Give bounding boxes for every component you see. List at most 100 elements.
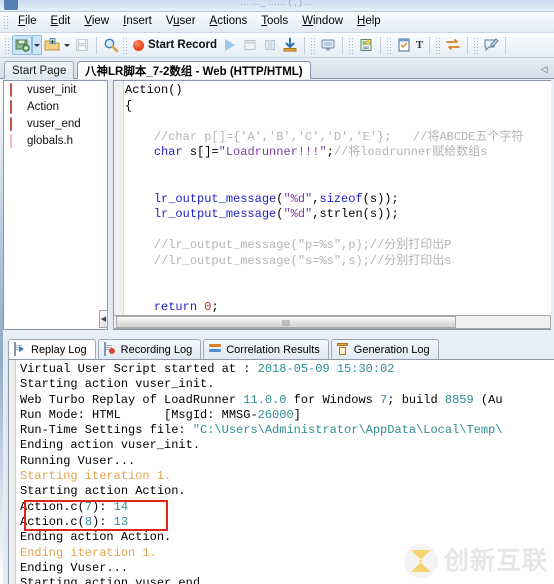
log-line: Ending action Action. xyxy=(20,530,172,545)
menu-item-help[interactable]: Help xyxy=(350,13,388,31)
open-script-dropdown[interactable] xyxy=(62,35,72,55)
tab-generation-log[interactable]: Generation Log xyxy=(330,339,439,359)
correlation-icon[interactable] xyxy=(443,35,463,55)
pause-icon[interactable] xyxy=(260,35,280,55)
code-text: Action(){ //char p[]={'A','B','C','D','E… xyxy=(125,83,524,329)
record-dot-icon xyxy=(133,39,144,51)
log-line: Starting action Action. xyxy=(20,484,186,499)
tree-item-vuser-end[interactable]: vuser_end xyxy=(4,115,107,132)
menu-grip-icon[interactable] xyxy=(2,14,9,30)
toolbar-grip-7-icon[interactable] xyxy=(473,36,480,54)
open-script-icon[interactable] xyxy=(42,35,62,55)
tab-recording-log[interactable]: Recording Log xyxy=(97,339,202,359)
menu-item-tools[interactable]: Tools xyxy=(254,13,295,31)
toolbar-grip-6-icon[interactable] xyxy=(435,36,442,54)
menu-item-edit[interactable]: Edit xyxy=(44,13,78,31)
start-record-button[interactable]: Start Record xyxy=(130,39,220,51)
log-tab-label: Correlation Results xyxy=(226,343,320,356)
menu-item-window[interactable]: Window xyxy=(295,13,350,31)
main-toolbar: Start Record T xyxy=(0,33,554,58)
log-line: Running Vuser... xyxy=(20,453,136,468)
find-icon[interactable] xyxy=(101,35,121,55)
tree-item-vuser-init[interactable]: vuser_init xyxy=(4,81,107,98)
start-record-label: Start Record xyxy=(148,39,218,51)
script-tree-pane: vuser_init Action vuser_end globals.h xyxy=(3,80,108,330)
log-line: Web Turbo Replay of LoadRunner 11.0.0 fo… xyxy=(20,392,503,407)
app-icon xyxy=(4,0,18,10)
tree-item-label: vuser_init xyxy=(27,83,77,96)
action-brick-icon xyxy=(10,83,23,97)
task-list-icon[interactable] xyxy=(394,35,414,55)
header-file-icon xyxy=(10,134,23,148)
tree-item-label: vuser_end xyxy=(27,117,81,130)
save-script-icon[interactable] xyxy=(12,35,32,55)
log-line: Ending iteration 1. xyxy=(20,545,157,560)
tab-start-page[interactable]: Start Page xyxy=(4,61,75,79)
editor-horizontal-scrollbar[interactable] xyxy=(113,315,551,329)
code-line: //char p[]={'A','B','C','D','E'}; //将ABC… xyxy=(153,129,524,144)
menu-item-vuser[interactable]: Vuser xyxy=(159,13,203,31)
menu-item-actions[interactable]: Actions xyxy=(203,13,255,31)
log-line: Starting action vuser_end. xyxy=(20,576,208,584)
run-icon[interactable] xyxy=(220,35,240,55)
log-text: Virtual User Script started at : 2018-05… xyxy=(20,362,503,584)
correlation-results-icon xyxy=(209,343,222,356)
toolbar-grip-3-icon[interactable] xyxy=(310,36,317,54)
tab-replay-log[interactable]: Replay Log xyxy=(8,339,96,359)
log-line: Ending Vuser... xyxy=(20,560,129,575)
new-step-icon[interactable] xyxy=(356,35,376,55)
stop-icon[interactable] xyxy=(240,35,260,55)
log-tab-label: Generation Log xyxy=(353,343,430,356)
menu-item-file[interactable]: File xyxy=(11,13,44,31)
tab-active-script[interactable]: 八神LR脚本_7-2数组 - Web (HTTP/HTML) xyxy=(77,61,311,79)
code-line: //lr_output_message("s=%s",s);//分别打印出s xyxy=(153,253,452,268)
log-line: Virtual User Script started at : 2018-05… xyxy=(20,362,395,376)
save-all-icon[interactable] xyxy=(72,35,92,55)
replay-log-icon xyxy=(14,342,27,356)
runtime-settings-icon[interactable] xyxy=(318,35,338,55)
action-brick-icon xyxy=(10,117,23,131)
code-line: char s[]="Loadrunner!!!";//将loadrunner赋给… xyxy=(153,145,488,159)
code-line: return 0; xyxy=(153,300,219,314)
menu-item-insert[interactable]: Insert xyxy=(116,13,159,31)
log-tab-label: Replay Log xyxy=(31,343,87,356)
menu-item-view[interactable]: View xyxy=(77,13,116,31)
toolbar-grip-5-icon[interactable] xyxy=(386,36,393,54)
tree-item-label: Action xyxy=(27,100,59,113)
action-brick-icon xyxy=(10,100,23,114)
log-line: Starting action vuser_init. xyxy=(20,377,215,392)
scrollbar-thumb[interactable] xyxy=(116,316,456,328)
document-tab-bar: Start Page 八神LR脚本_7-2数组 - Web (HTTP/HTML… xyxy=(0,59,554,79)
tree-item-globals-h[interactable]: globals.h xyxy=(4,132,107,149)
generation-log-icon xyxy=(337,343,350,356)
tab-scroll-left-icon[interactable]: ◁ xyxy=(538,63,550,76)
log-line: Ending action vuser_init. xyxy=(20,438,201,453)
window-title-bar: … …_ …… ( , ) … xyxy=(0,0,554,12)
loadrunner-vugen-window: … …_ …… ( , ) … File Edit View Insert Vu… xyxy=(0,0,554,584)
log-line: Action.c(7): 14 xyxy=(20,499,129,514)
log-line: Starting iteration 1. xyxy=(20,469,172,484)
save-script-dropdown[interactable] xyxy=(32,35,42,55)
toolbar-grip-4-icon[interactable] xyxy=(348,36,355,54)
comment-icon[interactable] xyxy=(481,35,501,55)
code-editor-pane[interactable]: Action(){ //char p[]={'A','B','C','D','E… xyxy=(113,80,551,330)
toolbar-grip-icon[interactable] xyxy=(4,36,10,54)
tree-item-action[interactable]: Action xyxy=(4,98,107,115)
recording-log-icon xyxy=(103,342,117,356)
code-line: //lr_output_message("p=%s",p);//分别打印出P xyxy=(153,238,452,252)
replay-log-output[interactable]: Virtual User Script started at : 2018-05… xyxy=(8,360,554,584)
tab-correlation-results[interactable]: Correlation Results xyxy=(203,339,329,359)
log-tab-bar: Replay Log Recording Log Correlation Res… xyxy=(8,338,554,360)
text-check-icon[interactable]: T xyxy=(414,35,425,55)
log-line: Run-Time Settings file: "C:\Users\Admini… xyxy=(20,423,503,438)
download-icon[interactable] xyxy=(280,35,300,55)
toolbar-grip-2-icon[interactable] xyxy=(122,36,128,54)
editor-scroll-left-button[interactable]: ◀ xyxy=(99,310,108,328)
window-title-text: … …_ …… ( , ) … xyxy=(240,0,314,7)
log-line: Action.c(8): 13 xyxy=(20,514,129,529)
